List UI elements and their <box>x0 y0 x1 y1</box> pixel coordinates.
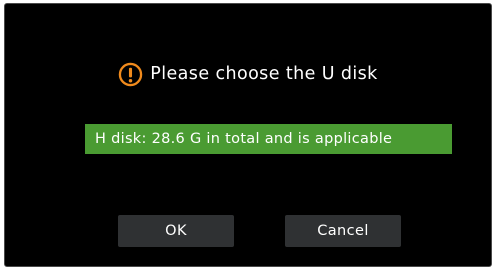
ok-button[interactable]: OK <box>118 215 234 247</box>
exclamation-circle-icon <box>119 62 143 86</box>
dialog-title: Please choose the U disk <box>150 64 378 84</box>
disk-list-item[interactable]: H disk: 28.6 G in total and is applicabl… <box>85 124 452 154</box>
cancel-button[interactable]: Cancel <box>285 215 401 247</box>
dialog-header: Please choose the U disk <box>5 58 491 90</box>
choose-u-disk-dialog: Please choose the U disk H disk: 28.6 G … <box>4 3 492 267</box>
